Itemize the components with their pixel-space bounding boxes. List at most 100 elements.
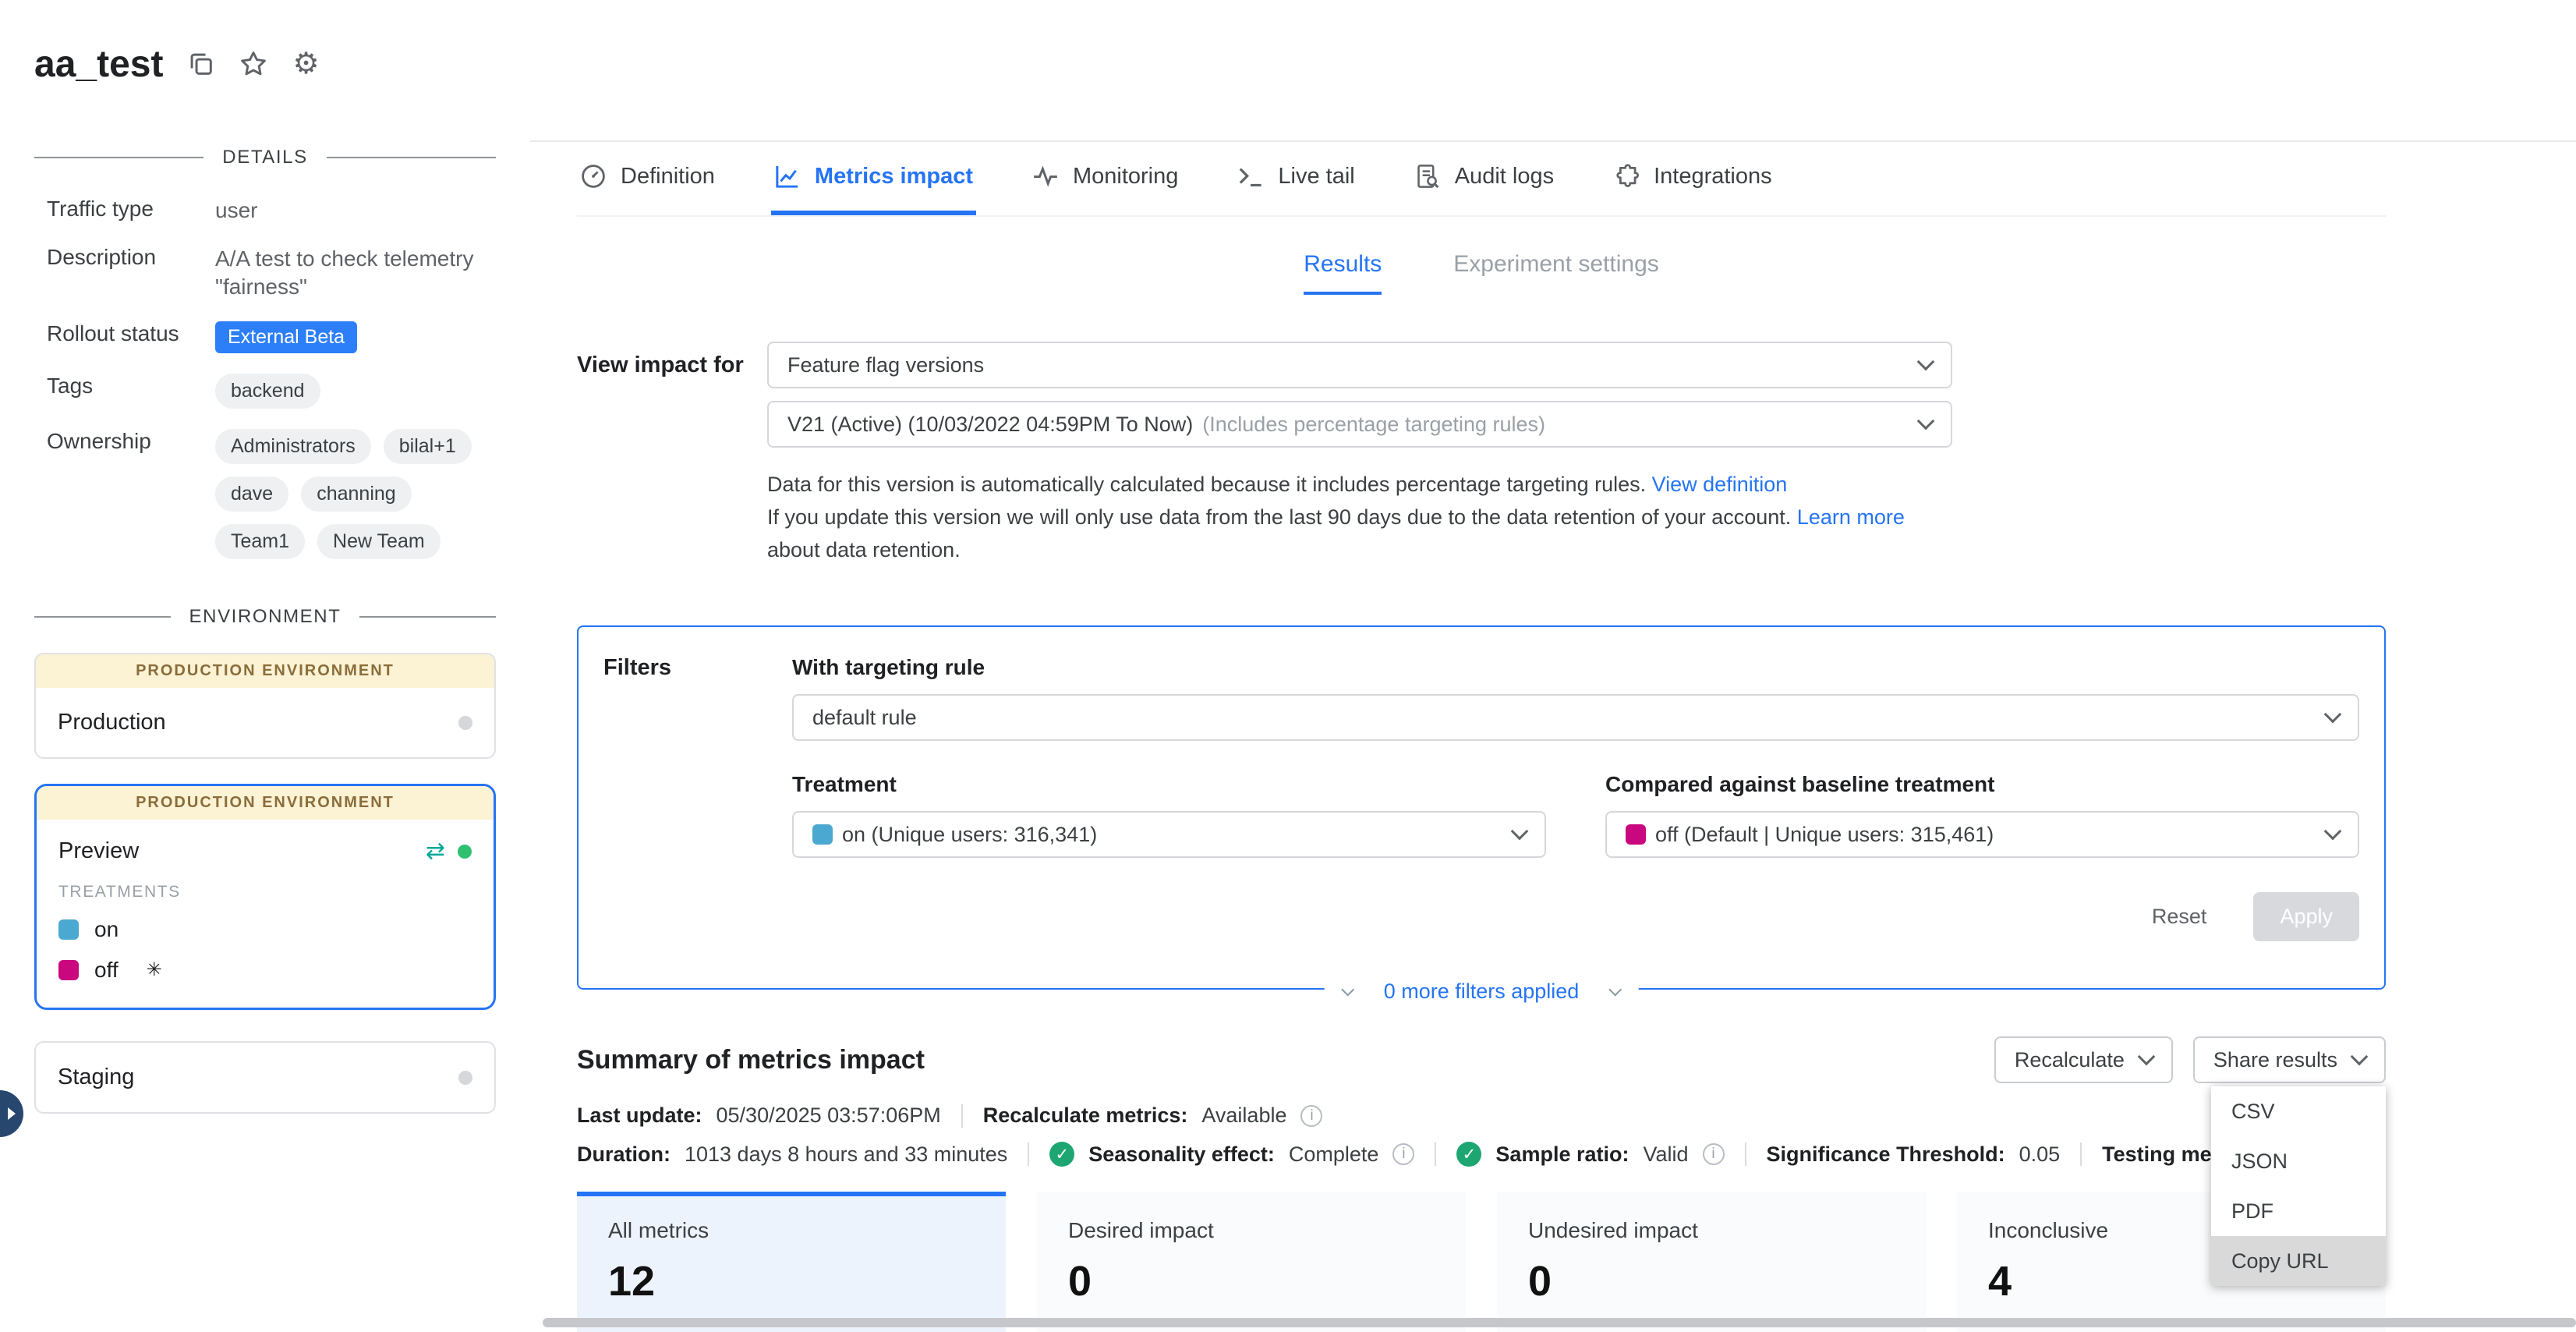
targeting-rule-select[interactable]: default rule xyxy=(792,694,2359,741)
metric-card-desired-impact[interactable]: Desired impact 0 xyxy=(1037,1192,1466,1332)
tab-label: Live tail xyxy=(1278,164,1354,190)
share-results-label: Share results xyxy=(2213,1048,2337,1072)
details-heading: DETAILS xyxy=(34,147,496,168)
divider xyxy=(961,1104,963,1128)
status-dot-active xyxy=(458,845,472,859)
subtab-experiment-settings[interactable]: Experiment settings xyxy=(1453,251,1658,295)
metric-card-label: All metrics xyxy=(608,1218,975,1243)
environment-card-production[interactable]: PRODUCTION ENVIRONMENT Production xyxy=(34,653,496,759)
seasonality-label: Seasonality effect: xyxy=(1088,1142,1275,1167)
ownership-label: Ownership xyxy=(47,429,215,559)
metrics-summary-section: Summary of metrics impact Recalculate Sh… xyxy=(577,1036,2386,1332)
pulse-icon xyxy=(1032,163,1059,190)
more-filters-toggle[interactable]: 0 more filters applied xyxy=(1325,980,1639,1004)
environment-name: Preview xyxy=(58,838,139,864)
metric-card-value: 12 xyxy=(608,1257,975,1305)
reset-button[interactable]: Reset xyxy=(2152,905,2207,929)
treatment-row-off: off ✳ xyxy=(58,958,472,983)
description-label: Description xyxy=(47,245,215,301)
gear-icon[interactable]: ⚙ xyxy=(292,49,319,79)
menu-item-copy-url[interactable]: Copy URL xyxy=(2211,1236,2386,1286)
duration-value: 1013 days 8 hours and 33 minutes xyxy=(685,1142,1007,1167)
summary-heading: Summary of metrics impact xyxy=(577,1045,925,1075)
view-impact-section: View impact for Feature flag versions V2… xyxy=(577,342,2386,566)
chevron-down-icon xyxy=(2324,823,2342,841)
metric-card-all-metrics[interactable]: All metrics 12 xyxy=(577,1192,1006,1332)
recalculate-label: Recalculate xyxy=(2015,1048,2125,1072)
chevron-down-icon xyxy=(1917,413,1935,430)
copy-icon[interactable] xyxy=(188,51,214,77)
tab-monitoring[interactable]: Monitoring xyxy=(1029,142,1181,215)
learn-more-link[interactable]: Learn more xyxy=(1797,505,1905,529)
status-dot xyxy=(458,1071,472,1085)
version-select[interactable]: V21 (Active) (10/03/2022 04:59PM To Now)… xyxy=(767,401,1952,448)
app-root: aa_test ⚙ DETAILS Traffic type user Desc… xyxy=(0,0,2576,1332)
check-icon: ✓ xyxy=(1456,1142,1481,1167)
targeting-rule-value: default rule xyxy=(812,706,917,730)
menu-item-json[interactable]: JSON xyxy=(2211,1136,2386,1186)
tab-integrations[interactable]: Integrations xyxy=(1610,142,1775,215)
view-definition-link[interactable]: View definition xyxy=(1652,473,1788,496)
tab-audit-logs[interactable]: Audit logs xyxy=(1411,142,1557,215)
environment-card-preview[interactable]: PRODUCTION ENVIRONMENT Preview ⇄ TREATME… xyxy=(34,784,496,1010)
tab-definition[interactable]: Definition xyxy=(577,142,718,215)
apply-button[interactable]: Apply xyxy=(2253,892,2359,941)
version-type-select[interactable]: Feature flag versions xyxy=(767,342,1952,388)
rollout-status-label: Rollout status xyxy=(47,321,215,353)
divider xyxy=(1028,1142,1029,1166)
puzzle-icon xyxy=(1613,163,1640,190)
field-description: Description A/A test to check telemetry … xyxy=(47,245,496,301)
summary-meta-row-1: Last update: 05/30/2025 03:57:06PM Recal… xyxy=(577,1104,2386,1128)
gauge-icon xyxy=(580,163,607,190)
targeting-rule-label: With targeting rule xyxy=(792,655,2359,680)
summary-meta-row-2: Duration: 1013 days 8 hours and 33 minut… xyxy=(577,1142,2386,1167)
share-results-button[interactable]: Share results xyxy=(2193,1036,2386,1083)
tab-label: Monitoring xyxy=(1073,164,1178,190)
metric-summary-cards: All metrics 12 Desired impact 0 Undesire… xyxy=(577,1192,2386,1332)
tab-live-tail[interactable]: Live tail xyxy=(1234,142,1357,215)
version-type-value: Feature flag versions xyxy=(787,353,984,377)
duration-label: Duration: xyxy=(577,1142,671,1167)
field-rollout-status: Rollout status External Beta xyxy=(47,321,496,353)
baseline-treatment-select[interactable]: off (Default | Unique users: 315,461) xyxy=(1605,811,2359,858)
environment-card-staging[interactable]: Staging xyxy=(34,1041,496,1114)
treatment-row-on: on xyxy=(58,917,472,942)
star-icon[interactable] xyxy=(239,50,267,78)
tab-label: Definition xyxy=(621,164,715,190)
horizontal-scrollbar[interactable] xyxy=(543,1318,2576,1327)
field-tags: Tags backend xyxy=(47,374,496,409)
menu-item-csv[interactable]: CSV xyxy=(2211,1086,2386,1136)
owner-pill: bilal+1 xyxy=(384,429,472,464)
info-icon[interactable]: i xyxy=(1300,1105,1322,1127)
collapse-arrow-icon xyxy=(5,1106,18,1121)
tab-metrics-impact[interactable]: Metrics impact xyxy=(771,142,976,215)
recalculate-button[interactable]: Recalculate xyxy=(1994,1036,2173,1083)
metric-card-undesired-impact[interactable]: Undesired impact 0 xyxy=(1497,1192,1926,1332)
subtab-results[interactable]: Results xyxy=(1304,251,1382,295)
view-impact-label: View impact for xyxy=(577,342,767,566)
divider xyxy=(1745,1142,1746,1166)
recalculate-metrics-value: Available xyxy=(1201,1104,1286,1128)
treatments-heading: TREATMENTS xyxy=(58,883,472,902)
chevron-down-icon xyxy=(2138,1048,2156,1066)
baseline-treatment-label: Compared against baseline treatment xyxy=(1605,772,2359,797)
production-environment-banner: PRODUCTION ENVIRONMENT xyxy=(37,786,494,820)
environment-name: Production xyxy=(58,710,166,735)
tag-pill: backend xyxy=(215,374,320,409)
treatment-label: Treatment xyxy=(792,772,1546,797)
last-update-label: Last update: xyxy=(577,1104,702,1128)
kill-asterisk-icon: ✳ xyxy=(147,961,162,980)
version-value: V21 (Active) (10/03/2022 04:59PM To Now) xyxy=(787,413,1193,437)
baseline-select-value: off (Default | Unique users: 315,461) xyxy=(1655,823,1994,847)
treatment-select[interactable]: on (Unique users: 316,341) xyxy=(792,811,1546,858)
menu-item-pdf[interactable]: PDF xyxy=(2211,1186,2386,1236)
info-icon[interactable]: i xyxy=(1703,1143,1725,1165)
metric-card-value: 0 xyxy=(1528,1257,1895,1305)
tab-label: Metrics impact xyxy=(815,164,973,190)
owner-pill: Administrators xyxy=(215,429,371,464)
chevron-down-icon xyxy=(1341,983,1354,996)
info-icon[interactable]: i xyxy=(1392,1143,1414,1165)
status-dot xyxy=(458,716,472,730)
divider xyxy=(2080,1142,2082,1166)
environment-heading: ENVIRONMENT xyxy=(34,606,496,628)
